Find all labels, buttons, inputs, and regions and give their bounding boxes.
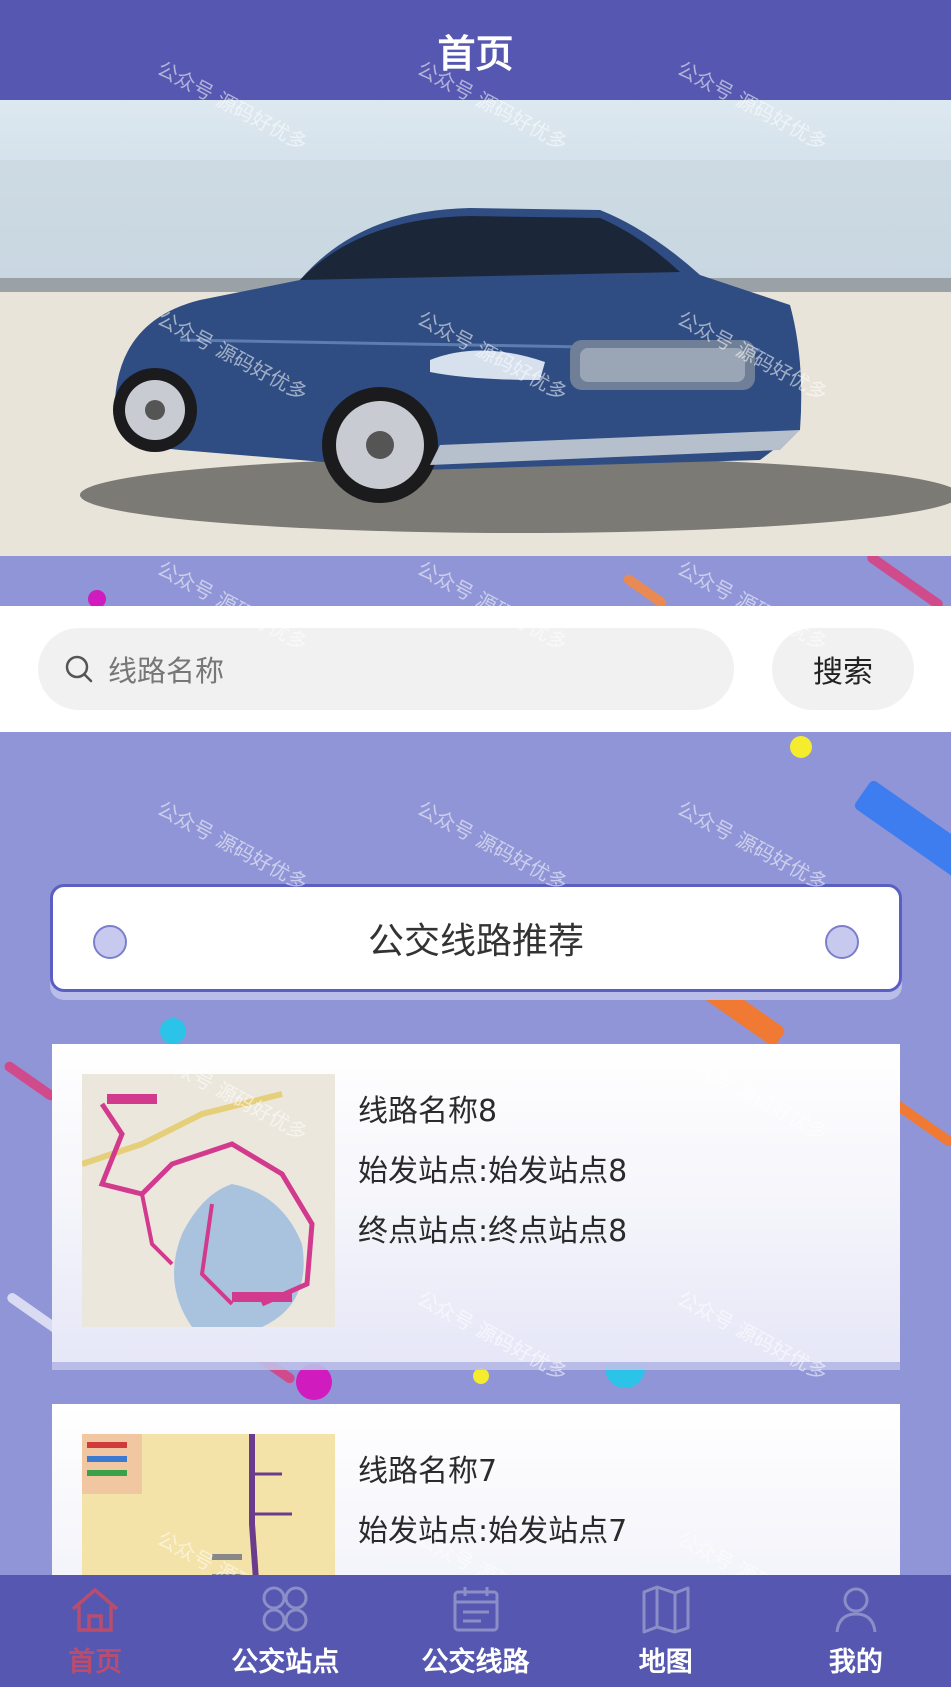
route-start-station: 始发站点:始发站点8 [358,1154,628,1189]
circle-decoration-right [825,925,859,959]
tab-label: 我的 [828,1647,883,1678]
section-title-box: 公交线路推荐 [50,884,902,992]
search-placeholder: 线路名称 [108,654,225,688]
tab-label: 地图 [638,1647,693,1678]
search-button[interactable]: 搜索 [772,628,914,710]
route-end-station: 终点站点:终点站点8 [358,1214,628,1249]
car-photo [0,160,951,556]
calendar-icon [453,1587,498,1632]
route-card[interactable]: 线路名称8 始发站点:始发站点8 终点站点:终点站点8 [52,1044,900,1362]
search-icon [65,655,93,683]
banner-image[interactable] [0,100,951,556]
grid-icon [262,1586,308,1632]
tab-label: 公交站点 [231,1647,340,1678]
home-icon [71,1588,119,1632]
map-icon [642,1585,690,1634]
bottom-tab-bar: 首页 公交站点 公交线路 地图 我的 [0,1575,951,1687]
tab-map[interactable]: 地图 [571,1575,761,1687]
tab-home[interactable]: 首页 [0,1575,190,1687]
tab-label: 首页 [68,1647,123,1678]
search-input[interactable]: 线路名称 [38,628,734,710]
user-icon [835,1587,877,1633]
circle-decoration-left [93,925,127,959]
page-header: 首页 [0,0,951,100]
tab-mine[interactable]: 我的 [761,1575,951,1687]
tab-bus-routes[interactable]: 公交线路 [380,1575,570,1687]
route-start-station: 始发站点:始发站点7 [358,1514,628,1549]
section-title: 公交线路推荐 [367,921,584,962]
route-name: 线路名称8 [358,1094,498,1129]
route-map-thumbnail [82,1074,335,1327]
search-bar: 线路名称 搜索 [0,606,951,732]
page-title: 首页 [437,31,514,76]
route-name: 线路名称7 [358,1454,498,1489]
tab-label: 公交线路 [421,1647,530,1678]
tab-bus-stations[interactable]: 公交站点 [190,1575,380,1687]
